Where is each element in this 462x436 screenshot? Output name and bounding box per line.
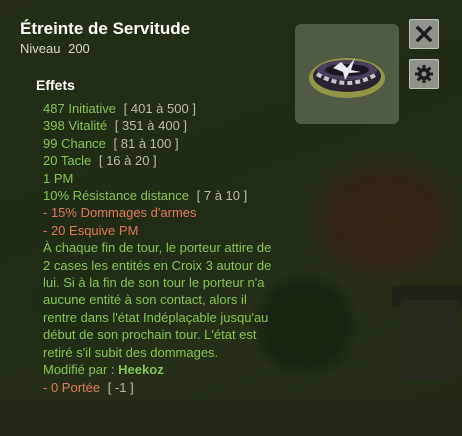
item-tooltip-panel: Étreinte de Servitude Niveau 200 Effets … [0, 0, 462, 436]
gear-icon [415, 65, 433, 83]
effect-range: [ 7 à 10 ] [196, 188, 248, 204]
effect-range: [ 16 à 20 ] [98, 153, 157, 169]
effect-description: À chaque fin de tour, le porteur attire … [43, 240, 272, 360]
effect-stat: Dommages d'armes [80, 205, 197, 221]
effect-stat: Résistance distance [72, 188, 189, 204]
effect-stat: Initiative [68, 101, 117, 116]
close-icon [415, 25, 433, 43]
effect-line-negative: - 15% Dommages d'armes [43, 204, 283, 221]
effect-value: 1 [43, 170, 51, 186]
effect-line: 20 Tacle [ 16 à 20 ] [43, 152, 283, 169]
effect-value: 99 [43, 135, 58, 151]
effect-value: - 0 [43, 379, 59, 395]
close-button[interactable] [409, 19, 439, 49]
effect-line: 1 PM [43, 170, 283, 187]
chain-collar-icon [309, 58, 385, 98]
modified-label: Modifié par : [43, 362, 115, 378]
effect-value: 398 [43, 118, 65, 134]
effect-line: 487 Initiative [ 401 à 500 ] [43, 100, 283, 117]
effect-line: 99 Chance [ 81 à 100 ] [43, 135, 283, 152]
effect-stat: Tacle [60, 153, 92, 169]
effects-list: 487 Initiative [ 401 à 500 ] 398 Vitalit… [43, 100, 283, 396]
settings-button[interactable] [409, 59, 439, 89]
effects-heading: Effets [36, 77, 75, 93]
effect-value: - 15% [43, 205, 77, 221]
modified-author: Heekoz [118, 362, 164, 378]
effect-line-negative: - 20 Esquive PM [43, 222, 283, 239]
effect-line: 10% Résistance distance [ 7 à 10 ] [43, 187, 283, 204]
level-label: Niveau [20, 41, 61, 56]
effect-value: - 20 [43, 222, 66, 238]
item-level: Niveau 200 [20, 41, 90, 56]
item-name: Étreinte de Servitude [20, 19, 191, 38]
level-value: 200 [68, 41, 90, 56]
effect-range: [ -1 ] [107, 379, 134, 395]
effect-range: [ 351 à 400 ] [114, 118, 188, 134]
modified-by-line: Modifié par : Heekoz [43, 361, 283, 378]
effect-value: 20 [43, 153, 58, 169]
effect-stat: Vitalité [68, 118, 108, 134]
effect-value: 487 [43, 101, 65, 116]
effect-range: [ 81 à 100 ] [113, 135, 179, 151]
effect-line-negative: - 0 Portée [ -1 ] [43, 379, 283, 396]
effect-stat: PM [53, 170, 74, 186]
effect-stat: Chance [61, 135, 106, 151]
effect-line: 398 Vitalité [ 351 à 400 ] [43, 117, 283, 134]
effect-range: [ 401 à 500 ] [123, 101, 196, 116]
effect-value: 10% [43, 188, 70, 204]
effect-stat: Esquive PM [69, 222, 139, 238]
item-image-frame [295, 24, 399, 124]
effect-stat: Portée [61, 379, 101, 395]
